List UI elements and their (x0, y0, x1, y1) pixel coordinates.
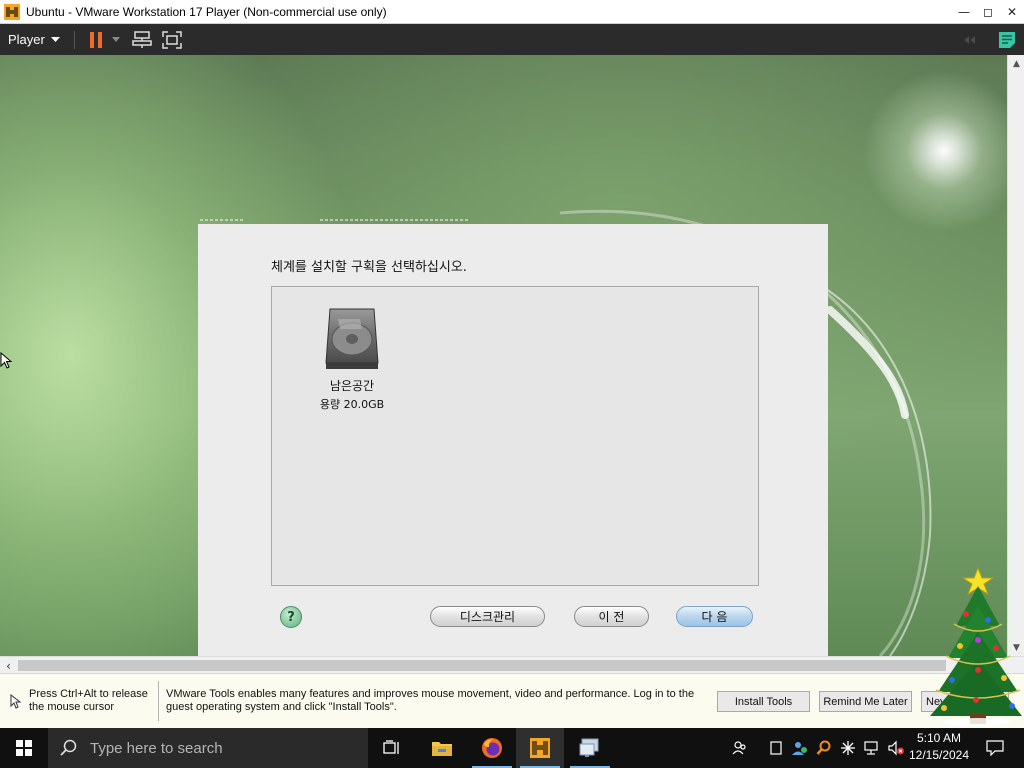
scroll-left-icon[interactable]: ‹ (0, 657, 17, 674)
minimize-icon[interactable]: — (952, 0, 976, 24)
partition-list: 남은공간 용량 20.0GB (271, 286, 759, 586)
chevron-down-icon (50, 36, 60, 42)
tablet-icon[interactable] (764, 728, 788, 768)
toolbar-right (958, 24, 1020, 55)
toolbar-divider (73, 30, 75, 49)
send-ctrl-alt-del-icon[interactable] (129, 28, 155, 52)
mouse-cursor-icon (0, 352, 12, 369)
vmware-title-bar: Ubuntu - VMware Workstation 17 Player (N… (0, 0, 1024, 24)
hard-disk-icon (325, 308, 379, 369)
disk-name: 남은공간 (329, 379, 375, 393)
vmware-tools-message: VMware Tools enables many features and i… (166, 688, 695, 713)
start-button[interactable] (0, 728, 48, 768)
fullscreen-icon[interactable] (159, 28, 185, 52)
pause-dropdown-icon[interactable] (109, 28, 123, 52)
windows-taskbar: Type here to search 5:10 AM 12/15/2024 (0, 728, 1024, 768)
unity-icon[interactable] (958, 28, 984, 52)
dialog-heading: 체계를 설치할 구획을 선택하십시오. (271, 260, 467, 275)
settings-burst-icon[interactable] (836, 728, 860, 768)
system-clock[interactable]: 5:10 AM 12/15/2024 (902, 730, 976, 764)
windows-logo-icon (16, 740, 32, 756)
message-log-icon[interactable] (994, 28, 1020, 52)
next-button[interactable]: 다 음 (676, 606, 753, 627)
file-explorer-icon[interactable] (418, 728, 466, 768)
release-cursor-hint: Press Ctrl+Alt to release the mouse curs… (29, 688, 148, 713)
search-tool-icon[interactable] (812, 728, 836, 768)
screen: Ubuntu - VMware Workstation 17 Player (N… (0, 0, 1024, 768)
remote-desktop-icon[interactable] (566, 728, 614, 768)
vmware-tools-notification: Press Ctrl+Alt to release the mouse curs… (0, 673, 1024, 728)
search-icon (60, 739, 77, 756)
mouse-pointer-icon (10, 694, 21, 709)
free-space-disk-item[interactable]: 남은공간 용량 20.0GB (302, 307, 402, 412)
people-icon[interactable] (728, 728, 752, 768)
christmas-tree-icon (930, 566, 1022, 726)
window-controls: — ◻ ✕ (952, 0, 1024, 24)
taskbar-search[interactable]: Type here to search (48, 728, 368, 768)
player-menu-label: Player (8, 32, 45, 47)
scroll-up-icon[interactable]: ▲ (1008, 55, 1024, 72)
close-icon[interactable]: ✕ (1000, 0, 1024, 24)
vmware-toolbar: Player (0, 24, 1024, 55)
vmware-app-icon (4, 3, 20, 20)
network-icon[interactable] (860, 728, 884, 768)
notification-divider (158, 681, 159, 721)
window-title: Ubuntu - VMware Workstation 17 Player (N… (26, 4, 387, 19)
clock-time: 5:10 AM (916, 731, 962, 745)
disk-size: 용량 20.0GB (319, 398, 385, 411)
pause-icon[interactable] (83, 28, 109, 52)
player-menu-button[interactable]: Player (2, 27, 66, 52)
clock-date: 12/15/2024 (908, 748, 970, 762)
partition-selection-dialog: 체계를 설치할 구획을 선택하십시오. 남은공간 용량 20.0GB ? 디스크… (198, 224, 828, 656)
task-view-icon[interactable] (368, 728, 416, 768)
remind-me-later-button[interactable]: Remind Me Later (819, 691, 912, 712)
search-placeholder: Type here to search (90, 739, 223, 757)
maximize-icon[interactable]: ◻ (976, 0, 1000, 24)
back-button[interactable]: 이 전 (574, 606, 649, 627)
notification-center-icon[interactable] (978, 728, 1012, 768)
firefox-icon[interactable] (468, 728, 516, 768)
disk-manager-button[interactable]: 디스크관리 (430, 606, 545, 627)
network-users-icon[interactable] (788, 728, 812, 768)
vmware-icon[interactable] (516, 728, 564, 768)
help-button[interactable]: ? (280, 606, 302, 628)
horizontal-scrollbar[interactable]: ‹ (0, 656, 1024, 673)
vm-display[interactable]: 체계를 설치할 구획을 선택하십시오. 남은공간 용량 20.0GB ? 디스크… (0, 55, 1007, 656)
install-tools-button[interactable]: Install Tools (717, 691, 810, 712)
horizontal-scroll-thumb[interactable] (18, 660, 946, 671)
